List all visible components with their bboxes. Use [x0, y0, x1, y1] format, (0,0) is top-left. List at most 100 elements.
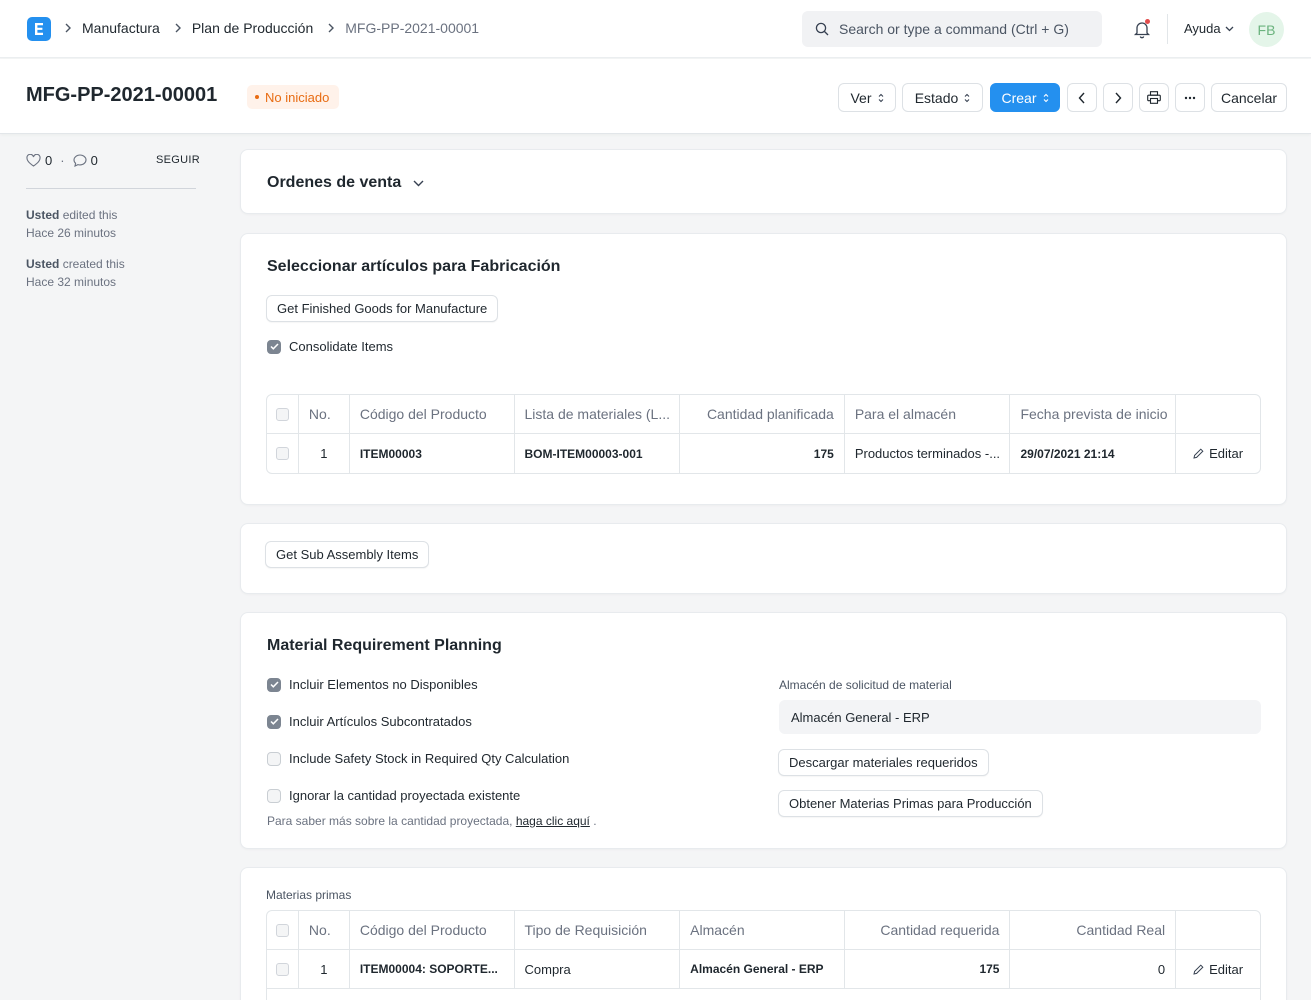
cancel-button[interactable]: Cancelar: [1211, 83, 1287, 112]
table-row[interactable]: 1 ITEM00004: SOPORTE... Compra Almacén G…: [267, 950, 1260, 989]
warehouse-field[interactable]: Almacén General - ERP: [779, 700, 1261, 734]
raw-materials-section: Materias primas No. Código del Producto …: [240, 867, 1287, 1000]
sub-assembly-section: Get Sub Assembly Items: [240, 523, 1287, 594]
breadcrumb-manufacturing[interactable]: Manufactura: [82, 20, 160, 36]
notification-bell-icon[interactable]: [1132, 19, 1152, 39]
note-suffix: .: [593, 814, 597, 828]
search-icon: [815, 22, 839, 36]
comment-icon[interactable]: [73, 153, 87, 167]
search-input[interactable]: Search or type a command (Ctrl + G): [802, 11, 1102, 47]
section-title: Ordenes de venta: [267, 174, 402, 191]
checkbox-label: Include Safety Stock in Required Qty Cal…: [289, 751, 570, 766]
raw-materials-table: No. Código del Producto Tipo de Requisic…: [266, 910, 1261, 1000]
column-header: Código del Producto: [350, 911, 515, 949]
download-materials-button[interactable]: Descargar materiales requeridos: [778, 749, 989, 776]
row-checkbox[interactable]: [267, 950, 299, 988]
help-dropdown[interactable]: Ayuda: [1184, 21, 1234, 36]
chevron-down-icon: [413, 180, 424, 187]
checkbox-label: Ignorar la cantidad proyectada existente: [289, 788, 521, 803]
section-title: Seleccionar artículos para Fabricación: [267, 258, 561, 275]
select-all-checkbox[interactable]: [267, 911, 299, 949]
select-all-checkbox[interactable]: [267, 395, 299, 433]
select-arrows-icon: [964, 93, 970, 103]
column-header: Para el almacén: [845, 395, 1011, 433]
chevron-right-icon: [174, 23, 182, 33]
table-row[interactable]: [267, 989, 1260, 1000]
print-button[interactable]: [1139, 83, 1169, 112]
chevron-right-icon: [64, 23, 72, 33]
activity-item: Usted created this Hace 32 minutos: [26, 255, 196, 291]
separator-dot: ·: [60, 152, 65, 168]
get-raw-materials-button[interactable]: Obtener Materias Primas para Producción: [778, 790, 1043, 817]
previous-button[interactable]: [1067, 83, 1097, 112]
sales-orders-header[interactable]: Ordenes de venta: [267, 174, 424, 192]
breadcrumb-current: MFG-PP-2021-00001: [345, 20, 480, 36]
requisition-type-cell[interactable]: Compra: [515, 950, 681, 988]
section-title: Material Requirement Planning: [267, 637, 502, 654]
include-non-stock-checkbox[interactable]: Incluir Elementos no Disponibles: [267, 677, 478, 692]
follow-button[interactable]: SEGUIR: [156, 154, 200, 166]
start-date-cell[interactable]: 29/07/2021 21:14: [1010, 434, 1177, 473]
row-number: 1: [299, 434, 350, 473]
breadcrumb-production-plan[interactable]: Plan de Producción: [192, 20, 313, 36]
required-qty-cell[interactable]: 175: [845, 950, 1011, 988]
page-title: MFG-PP-2021-00001: [26, 84, 218, 106]
warehouse-cell[interactable]: Almacén General - ERP: [680, 950, 845, 988]
get-finished-goods-button[interactable]: Get Finished Goods for Manufacture: [266, 295, 499, 322]
more-button[interactable]: [1175, 83, 1205, 112]
actual-qty-cell[interactable]: 0: [1010, 950, 1177, 988]
planned-qty-cell[interactable]: 175: [680, 434, 845, 473]
notification-dot: [1145, 19, 1150, 24]
column-header: Tipo de Requisición: [515, 911, 681, 949]
column-header: Código del Producto: [350, 395, 515, 433]
checkbox-label: Incluir Artículos Subcontratados: [289, 714, 472, 729]
column-header: Cantidad Real: [1010, 911, 1177, 949]
edit-row-button[interactable]: Editar: [1176, 434, 1260, 473]
table-row[interactable]: 1 ITEM00003 BOM-ITEM00003-001 175 Produc…: [267, 434, 1260, 473]
column-header: No.: [299, 395, 350, 433]
projected-qty-note: Para saber más sobre la cantidad proyect…: [267, 814, 597, 828]
click-here-link[interactable]: haga clic aquí: [516, 814, 590, 828]
edit-row-button[interactable]: Editar: [1176, 950, 1260, 988]
table-header: No. Código del Producto Lista de materia…: [267, 395, 1260, 434]
app-logo[interactable]: [27, 17, 51, 41]
include-subcontracted-checkbox[interactable]: Incluir Artículos Subcontratados: [267, 714, 472, 729]
sidebar: 0 · 0 SEGUIR Usted edited this Hace 26 m…: [26, 150, 200, 291]
checkbox-unchecked: [267, 751, 281, 766]
chevron-down-icon: [1221, 26, 1234, 32]
view-button[interactable]: Ver: [838, 83, 896, 112]
bom-cell[interactable]: BOM-ITEM00003-001: [515, 434, 681, 473]
view-label: Ver: [850, 89, 872, 106]
item-code-cell[interactable]: ITEM00004: SOPORTE...: [350, 950, 515, 988]
column-header: Lista de materiales (L...: [515, 395, 681, 433]
column-header: No.: [299, 911, 350, 949]
warehouse-field-label: Almacén de solicitud de material: [779, 678, 952, 692]
activity-time: Hace 26 minutos: [26, 226, 117, 240]
row-checkbox[interactable]: [267, 434, 299, 473]
likes-count: 0: [45, 152, 53, 168]
warehouse-cell[interactable]: Productos terminados -...: [845, 434, 1011, 473]
note-text: Para saber más sobre la cantidad proyect…: [267, 814, 513, 828]
column-header: Fecha prevista de inicio: [1010, 395, 1177, 433]
create-label: Crear: [1001, 89, 1037, 106]
printer-icon: [1147, 91, 1161, 104]
column-header-actions: [1176, 911, 1260, 949]
checkbox-unchecked: [267, 788, 281, 803]
item-code-cell[interactable]: ITEM00003: [350, 434, 515, 473]
column-header: Almacén: [680, 911, 845, 949]
breadcrumb: Manufactura Plan de Producción MFG-PP-20…: [64, 20, 493, 36]
include-safety-stock-checkbox[interactable]: Include Safety Stock in Required Qty Cal…: [267, 751, 569, 766]
sales-orders-section[interactable]: Ordenes de venta: [240, 149, 1287, 214]
status-button[interactable]: Estado: [902, 83, 983, 112]
avatar[interactable]: FB: [1249, 12, 1284, 47]
create-button[interactable]: Crear: [990, 83, 1060, 112]
heart-icon[interactable]: [26, 153, 41, 167]
edit-label: Editar: [1209, 961, 1244, 977]
get-sub-assembly-button[interactable]: Get Sub Assembly Items: [265, 541, 430, 568]
chevron-left-icon: [1078, 92, 1086, 104]
consolidate-items-checkbox[interactable]: Consolidate Items: [267, 339, 393, 354]
next-button[interactable]: [1103, 83, 1133, 112]
status-label: Estado: [914, 89, 959, 106]
search-placeholder: Search or type a command (Ctrl + G): [839, 21, 1069, 37]
ignore-projected-qty-checkbox[interactable]: Ignorar la cantidad proyectada existente: [267, 788, 520, 803]
